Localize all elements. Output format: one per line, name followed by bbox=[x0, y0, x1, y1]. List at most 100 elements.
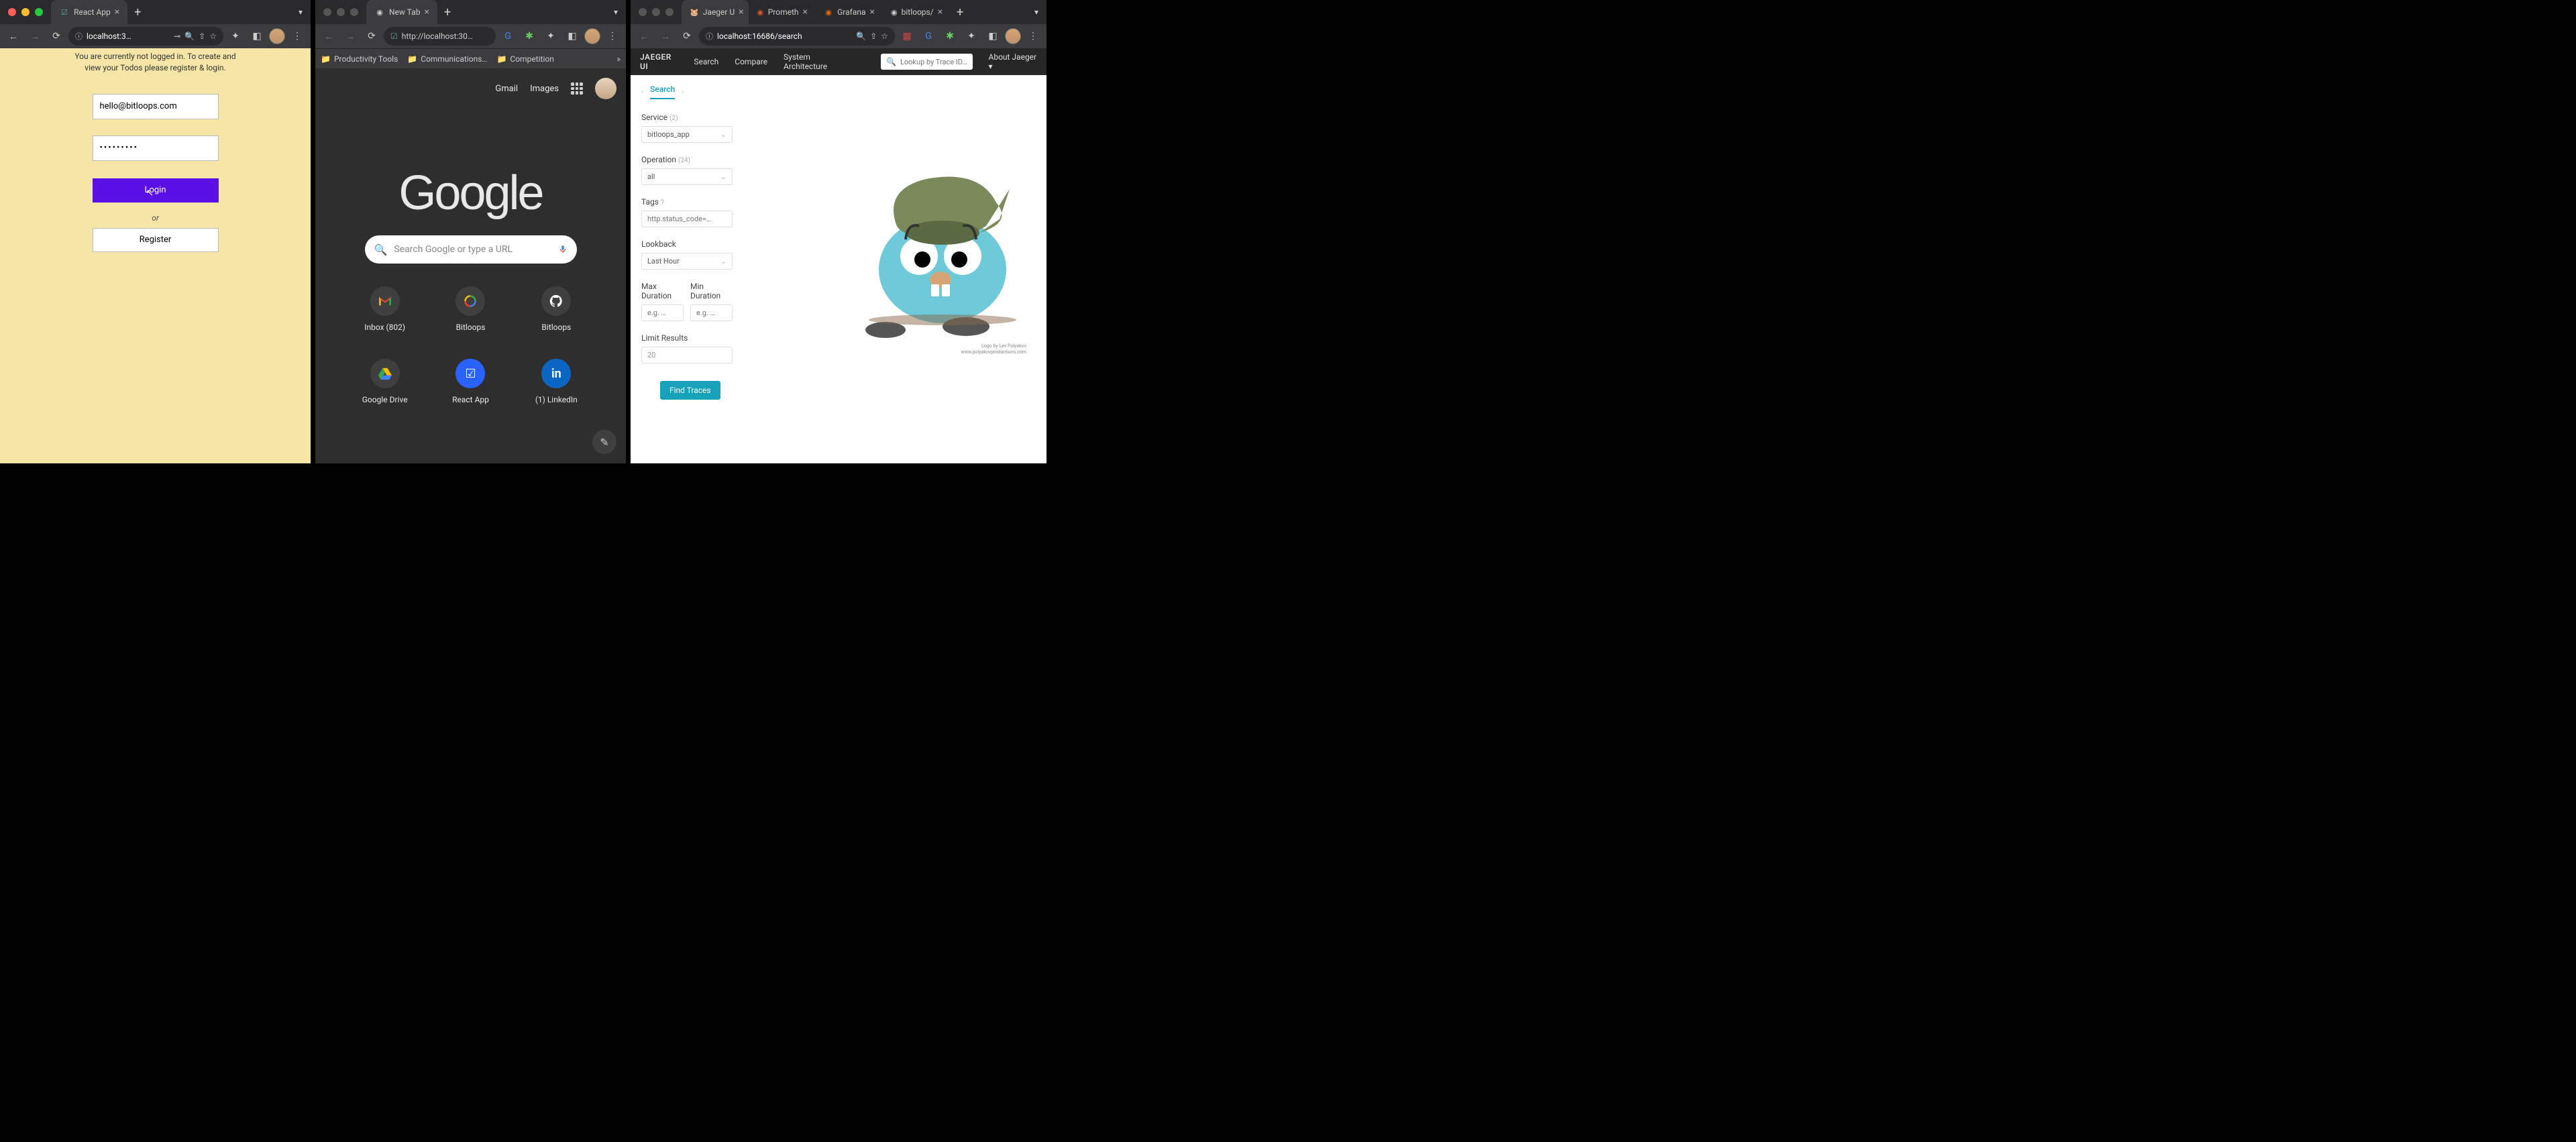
login-button[interactable]: Login ↖ bbox=[93, 178, 219, 203]
reload-button[interactable]: ⟳ bbox=[362, 27, 381, 46]
close-window-icon[interactable] bbox=[639, 8, 647, 16]
extensions-icon[interactable]: ✦ bbox=[541, 27, 560, 46]
share-icon[interactable]: ⇧ bbox=[199, 32, 205, 41]
max-duration-input[interactable] bbox=[641, 304, 684, 321]
close-tab-icon[interactable]: × bbox=[803, 7, 808, 17]
close-tab-icon[interactable]: × bbox=[739, 7, 743, 17]
profile-avatar[interactable] bbox=[584, 28, 600, 44]
new-tab-button[interactable]: + bbox=[127, 5, 148, 19]
search-icon[interactable]: 🔍 bbox=[184, 32, 195, 41]
tab-new-tab[interactable]: ◉ New Tab × bbox=[366, 0, 437, 24]
address-bar[interactable]: ☑ http://localhost:30… bbox=[384, 27, 496, 46]
tab-react-app[interactable]: ☑ React App × bbox=[51, 0, 127, 24]
address-bar[interactable]: ⓘ localhost:3… ⊸ 🔍 ⇧ ☆ bbox=[68, 27, 223, 46]
profile-avatar[interactable] bbox=[1005, 28, 1021, 44]
email-field[interactable] bbox=[93, 94, 219, 119]
operation-select[interactable]: all⌄ bbox=[641, 168, 733, 185]
maximize-window-icon[interactable] bbox=[35, 8, 43, 16]
search-icon[interactable]: 🔍 bbox=[856, 32, 866, 41]
chevron-left-icon[interactable]: ‹ bbox=[641, 89, 643, 96]
mic-icon[interactable] bbox=[558, 243, 568, 255]
nav-compare[interactable]: Compare bbox=[735, 57, 767, 66]
bookmark-icon[interactable]: ☆ bbox=[881, 32, 888, 41]
minimize-window-icon[interactable] bbox=[337, 8, 345, 16]
apps-icon[interactable] bbox=[571, 82, 583, 95]
share-icon[interactable]: ⇧ bbox=[870, 32, 877, 41]
lookback-select[interactable]: Last Hour⌄ bbox=[641, 253, 733, 270]
forward-button[interactable]: → bbox=[25, 27, 44, 46]
back-button[interactable]: ← bbox=[4, 27, 23, 46]
menu-icon[interactable]: ⋮ bbox=[603, 27, 622, 46]
sidepanel-icon[interactable]: ◧ bbox=[563, 27, 582, 46]
images-link[interactable]: Images bbox=[530, 84, 559, 94]
search-box[interactable]: 🔍 Search Google or type a URL bbox=[365, 235, 577, 264]
tab-list-dropdown[interactable]: ▾ bbox=[290, 7, 311, 17]
chevron-right-icon[interactable]: › bbox=[682, 89, 684, 96]
min-duration-input[interactable] bbox=[690, 304, 733, 321]
key-icon[interactable]: ⊸ bbox=[174, 32, 180, 41]
bookmark-folder[interactable]: 📁Communications… bbox=[407, 54, 487, 64]
service-select[interactable]: bitloops_app⌄ bbox=[641, 126, 733, 143]
profile-avatar[interactable] bbox=[269, 28, 285, 44]
gmail-link[interactable]: Gmail bbox=[495, 84, 518, 94]
close-tab-icon[interactable]: × bbox=[938, 7, 943, 17]
shortcut-drive[interactable]: Google Drive bbox=[362, 359, 408, 404]
new-tab-button[interactable]: + bbox=[950, 5, 970, 19]
shortcut-linkedin[interactable]: in (1) LinkedIn bbox=[533, 359, 579, 404]
bookmark-icon[interactable]: ☆ bbox=[209, 32, 217, 41]
tab-github[interactable]: ◉ bitloops/ × bbox=[883, 0, 950, 24]
extension-icon[interactable]: G bbox=[919, 27, 938, 46]
extension-icon[interactable]: G bbox=[498, 27, 517, 46]
forward-button[interactable]: → bbox=[656, 27, 675, 46]
trace-id-search[interactable]: 🔍 bbox=[881, 54, 973, 70]
extension-icon[interactable]: ✱ bbox=[941, 27, 959, 46]
account-avatar[interactable] bbox=[595, 78, 616, 99]
close-tab-icon[interactable]: × bbox=[424, 7, 429, 17]
close-tab-icon[interactable]: × bbox=[115, 7, 119, 17]
tab-list-dropdown[interactable]: ▾ bbox=[1026, 7, 1046, 17]
bookmark-folder[interactable]: 📁Competition bbox=[496, 54, 553, 64]
tab-grafana[interactable]: ◉ Grafana × bbox=[816, 0, 883, 24]
nav-architecture[interactable]: System Architecture bbox=[784, 52, 849, 71]
close-window-icon[interactable] bbox=[8, 8, 16, 16]
shortcut-react-app[interactable]: ☑ React App bbox=[448, 359, 494, 404]
menu-icon[interactable]: ⋮ bbox=[1024, 27, 1042, 46]
register-button[interactable]: Register bbox=[93, 228, 219, 252]
bookmarks-overflow[interactable]: » bbox=[616, 54, 621, 64]
trace-id-input[interactable] bbox=[900, 58, 967, 66]
tab-jaeger[interactable]: 🐹 Jaeger U × bbox=[682, 0, 749, 24]
close-window-icon[interactable] bbox=[323, 8, 331, 16]
shortcut-bitloops-gh[interactable]: Bitloops bbox=[533, 286, 579, 332]
tab-list-dropdown[interactable]: ▾ bbox=[606, 7, 626, 17]
search-tab[interactable]: Search bbox=[650, 84, 675, 99]
menu-icon[interactable]: ⋮ bbox=[288, 27, 307, 46]
sidepanel-icon[interactable]: ◧ bbox=[248, 27, 266, 46]
about-jaeger-link[interactable]: About Jaeger ▾ bbox=[989, 52, 1038, 71]
address-bar[interactable]: ⓘ localhost:16686/search 🔍 ⇧ ☆ bbox=[699, 27, 895, 46]
back-button[interactable]: ← bbox=[635, 27, 653, 46]
limit-input[interactable] bbox=[641, 347, 733, 363]
sidepanel-icon[interactable]: ◧ bbox=[983, 27, 1002, 46]
minimize-window-icon[interactable] bbox=[652, 8, 660, 16]
help-icon[interactable]: ? bbox=[661, 199, 664, 207]
extension-icon[interactable]: ✱ bbox=[520, 27, 539, 46]
reload-button[interactable]: ⟳ bbox=[678, 27, 696, 46]
extensions-icon[interactable]: ✦ bbox=[226, 27, 245, 46]
nav-search[interactable]: Search bbox=[694, 57, 718, 66]
customize-button[interactable]: ✎ bbox=[592, 430, 616, 454]
tags-input[interactable] bbox=[641, 211, 733, 227]
extension-icon[interactable]: ▦ bbox=[898, 27, 916, 46]
forward-button[interactable]: → bbox=[341, 27, 360, 46]
maximize-window-icon[interactable] bbox=[665, 8, 674, 16]
extensions-icon[interactable]: ✦ bbox=[962, 27, 981, 46]
back-button[interactable]: ← bbox=[319, 27, 338, 46]
bookmark-folder[interactable]: 📁Productivity Tools bbox=[321, 54, 398, 64]
close-tab-icon[interactable]: × bbox=[870, 7, 875, 17]
minimize-window-icon[interactable] bbox=[21, 8, 30, 16]
tab-prometheus[interactable]: ◉ Prometh × bbox=[749, 0, 816, 24]
find-traces-button[interactable]: Find Traces bbox=[660, 381, 720, 400]
shortcut-inbox[interactable]: Inbox (802) bbox=[362, 286, 408, 332]
new-tab-button[interactable]: + bbox=[437, 5, 458, 19]
password-field[interactable] bbox=[93, 135, 219, 161]
reload-button[interactable]: ⟳ bbox=[47, 27, 66, 46]
